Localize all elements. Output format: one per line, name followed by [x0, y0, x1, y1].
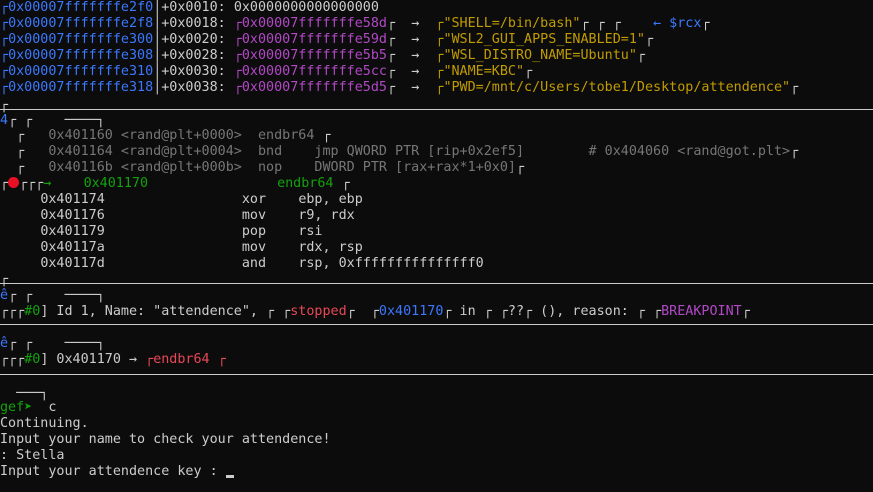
next-address: 0x40117d: [40, 256, 105, 271]
thread-line: ┌┌┌#0] Id 1, Name: "attendence", ┌ ┌stop…: [0, 304, 750, 319]
stack-value: 0x00007fffffffe5b5: [241, 48, 387, 63]
stack-row: ┌0x00007fffffffe2f0│+0x0010: 0x000000000…: [0, 0, 379, 15]
code-line-next: 0x40117d and rsp, 0xfffffffffffffff0: [0, 256, 484, 272]
prompt-line[interactable]: gef➤ c: [0, 400, 56, 416]
stack-offset: +0x0028:: [161, 48, 226, 63]
output-line: Input your name to check your attendence…: [0, 432, 331, 447]
disasm-comment: # 0x404060 <rand@got.plt>: [588, 144, 791, 159]
stack-row: ┌0x00007fffffffe308│+0x0028: ┌0x00007fff…: [0, 48, 645, 63]
next-address: 0x401176: [40, 208, 105, 223]
stack-address: 0x00007fffffffe300: [8, 32, 154, 47]
breakpoint-icon[interactable]: [8, 177, 20, 188]
input-prompt-text: Input your attendence key :: [0, 464, 226, 479]
trace-line: ┌┌┌#0] 0x401170 → ┌endbr64 ┌: [0, 352, 226, 367]
thread-in: in: [459, 304, 476, 319]
code-line-next: 0x401179 pop rsi: [0, 224, 323, 240]
disasm-text: 0x401164 <rand@plt+0004> bnd jmp QWORD P…: [48, 144, 525, 159]
stack-address: 0x00007fffffffe2f8: [8, 16, 154, 31]
code-line-previous: ┌ 0x401164 <rand@plt+0004> bnd jmp QWORD…: [0, 144, 799, 159]
stack-offset: +0x0010:: [161, 0, 226, 15]
glyph-artifact: ┌: [0, 272, 9, 287]
text-cursor: [225, 475, 234, 478]
code-line-next: 0x401176 mov r9, rdx: [0, 208, 355, 224]
glyph-artifact: 4┌ ┌ ────┐: [0, 113, 105, 128]
stack-row: ┌0x00007fffffffe2f8│+0x0018: ┌0x00007fff…: [0, 16, 710, 31]
thread-func: ??: [507, 304, 525, 319]
output-line: : Stella: [0, 448, 65, 463]
section-separator: [0, 324, 873, 325]
input-line[interactable]: Input your attendence key :: [0, 464, 234, 480]
next-operands: rdx, rsp: [298, 240, 363, 255]
register-hint: ← $rcx: [653, 16, 702, 31]
glyph-artifact: ê┌ ┌ ────┐: [0, 336, 105, 351]
section-separator: [0, 374, 873, 375]
stack-value: 0x00007fffffffe5d5: [241, 80, 387, 95]
disasm-text: 0x401160 <rand@plt+0000> endbr64: [48, 128, 315, 143]
stack-address: 0x00007fffffffe310: [8, 64, 154, 79]
stack-offset: +0x0020:: [161, 32, 226, 47]
stack-address: 0x00007fffffffe318: [8, 80, 154, 95]
stack-string: "PWD=/mnt/c/Users/tobe1/Desktop/attenden…: [443, 80, 791, 95]
stack-value: 0x0000000000000000: [233, 0, 379, 15]
current-address: 0x401170: [83, 176, 149, 191]
next-operands: rsi: [298, 224, 323, 239]
stack-value: 0x00007fffffffe58d: [241, 16, 387, 31]
stack-offset: +0x0030:: [161, 64, 226, 79]
deref-arrow: →: [411, 48, 420, 63]
trace-address: ] 0x401170 →: [40, 352, 138, 367]
code-line-next: 0x40117a mov rdx, rsp: [0, 240, 363, 256]
stack-string: "SHELL=/bin/bash": [443, 16, 581, 31]
stack-offset: +0x0018:: [161, 16, 226, 31]
section-separator: [0, 283, 873, 284]
next-address: 0x401179: [40, 224, 105, 239]
next-operands: ebp, ebp: [298, 192, 363, 207]
next-mnemonic: pop: [241, 224, 267, 239]
thread-state: stopped: [290, 304, 347, 319]
next-operands: r9, rdx: [298, 208, 355, 223]
deref-arrow: →: [411, 64, 420, 79]
stack-value: 0x00007fffffffe59d: [241, 32, 387, 47]
thread-address: 0x401170: [378, 304, 444, 319]
glyph-artifact: ê┌ ┌ ────┐: [0, 288, 105, 303]
deref-arrow: →: [411, 80, 420, 95]
code-line-next: 0x401174 xor ebp, ebp: [0, 192, 363, 208]
stack-offset: +0x0038:: [161, 80, 226, 95]
next-operands: rsp, 0xfffffffffffffff0: [298, 256, 484, 271]
code-line-current: ┌ ┌┌┌→ 0x401170 endbr64 ┌: [0, 176, 350, 191]
deref-arrow: →: [411, 32, 420, 47]
current-arrow: →: [43, 176, 52, 191]
stack-row: ┌0x00007fffffffe300│+0x0020: ┌0x00007fff…: [0, 32, 654, 47]
stack-value: 0x00007fffffffe5cc: [241, 64, 387, 79]
output-line: Continuing.: [0, 416, 89, 431]
code-line-previous: ┌ 0x401160 <rand@plt+0000> endbr64 ┌: [0, 128, 331, 143]
trace-index: #0: [24, 352, 41, 367]
stack-row: ┌0x00007fffffffe310│+0x0030: ┌0x00007fff…: [0, 64, 533, 79]
thread-index: #0: [24, 304, 41, 319]
next-mnemonic: mov: [241, 208, 267, 223]
next-mnemonic: and: [241, 256, 267, 271]
stack-address: 0x00007fffffffe2f0: [8, 0, 154, 15]
stack-string: "NAME=KBC": [443, 64, 525, 79]
next-address: 0x401174: [40, 192, 105, 207]
thread-args: (), reason:: [540, 304, 629, 319]
next-mnemonic: xor: [241, 192, 267, 207]
stack-address: 0x00007fffffffe308: [8, 48, 154, 63]
glyph-artifact: ┌: [0, 98, 9, 113]
next-address: 0x40117a: [40, 240, 105, 255]
current-instruction: endbr64: [277, 176, 334, 191]
stack-string: "WSL2_GUI_APPS_ENABLED=1": [443, 32, 645, 47]
thread-reason: BREAKPOINT: [661, 304, 742, 319]
command-text: c: [48, 400, 57, 415]
disasm-text: 0x40116b <rand@plt+000b> nop DWORD PTR […: [48, 160, 516, 175]
code-line-previous: ┌ 0x40116b <rand@plt+000b> nop DWORD PTR…: [0, 160, 525, 175]
trace-instruction: endbr64: [153, 352, 210, 367]
stack-row: ┌0x00007fffffffe318│+0x0038: ┌0x00007fff…: [0, 80, 799, 95]
deref-arrow: →: [411, 16, 420, 31]
terminal-window[interactable]: ┌0x00007fffffffe2f0│+0x0010: 0x000000000…: [0, 0, 873, 492]
next-mnemonic: mov: [241, 240, 267, 255]
thread-text: ] Id 1, Name: "attendence",: [40, 304, 258, 319]
stack-string: "WSL_DISTRO_NAME=Ubuntu": [443, 48, 637, 63]
section-separator: [0, 109, 873, 110]
gef-prompt: gef➤: [0, 400, 33, 415]
